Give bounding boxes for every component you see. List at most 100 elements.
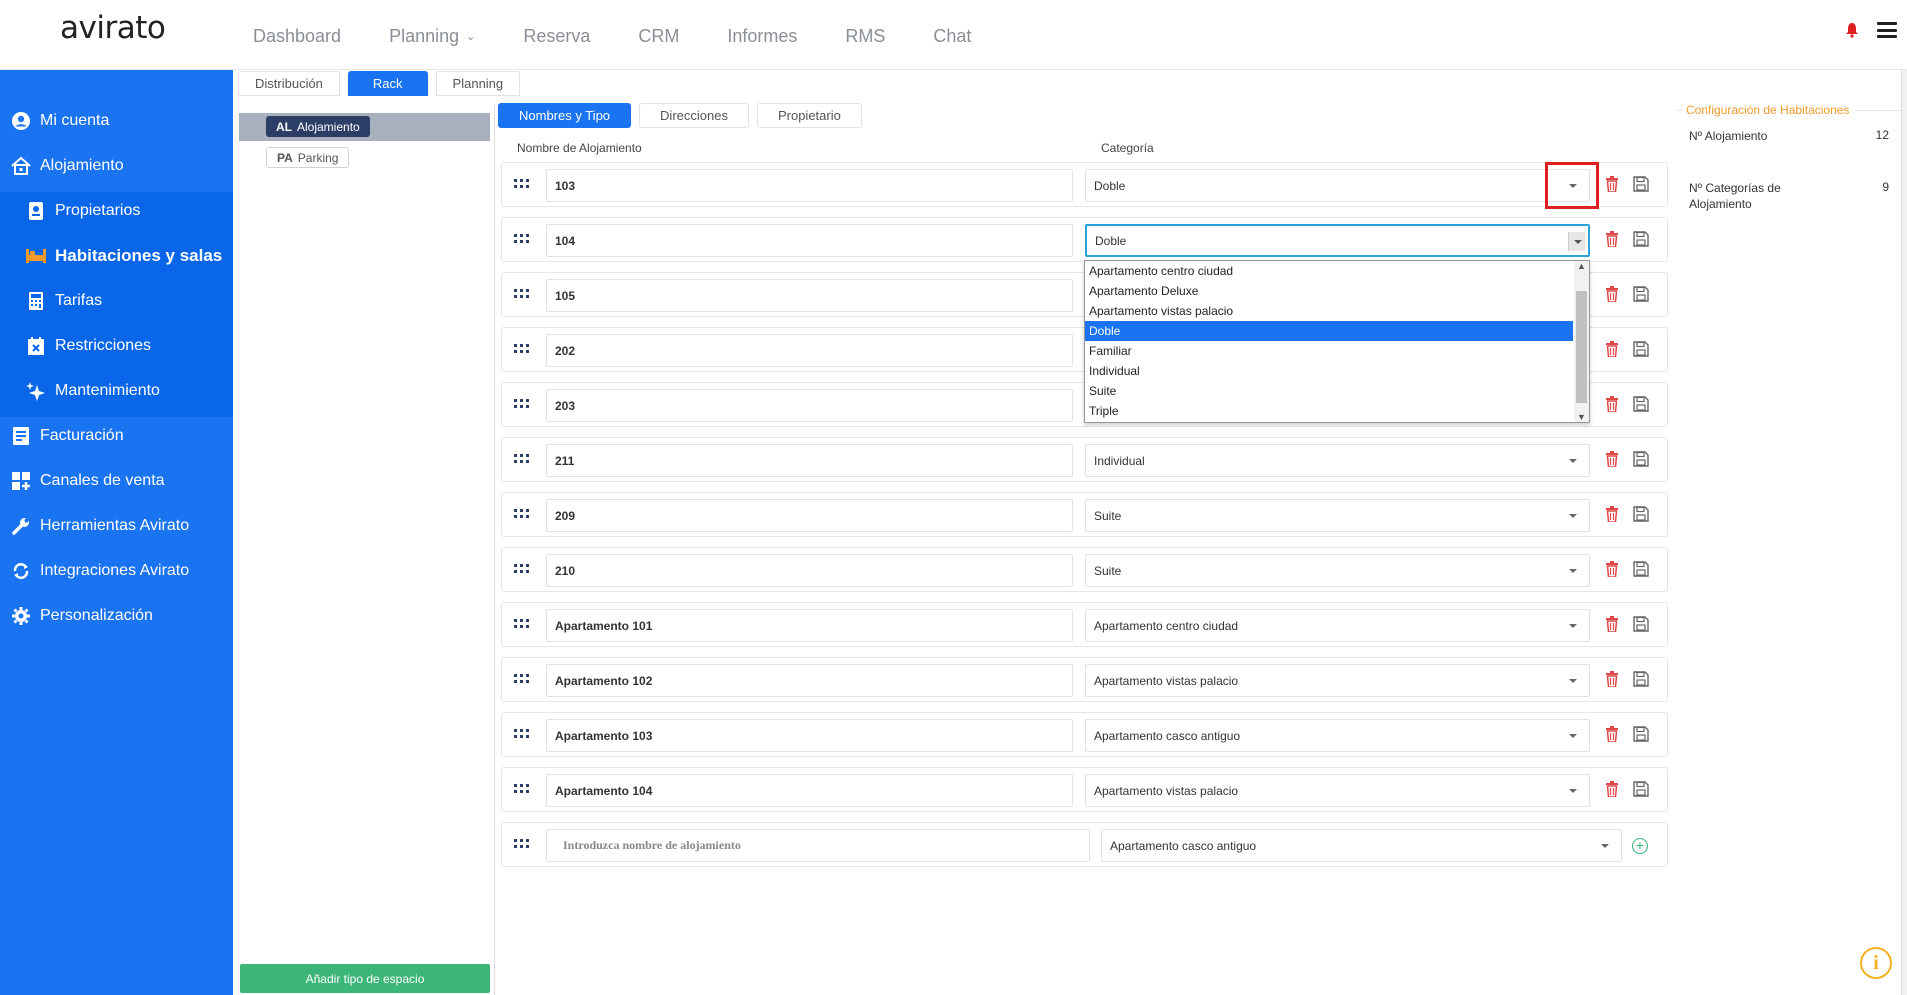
drag-handle-icon[interactable] <box>514 564 529 574</box>
room-name-input[interactable]: 105 <box>546 279 1073 312</box>
sidebar-item-herramientas[interactable]: Herramientas Avirato <box>0 503 233 548</box>
trash-icon[interactable] <box>1606 451 1618 467</box>
sidebar-item-integraciones[interactable]: Integraciones Avirato <box>0 548 233 593</box>
nav-reserva[interactable]: Reserva <box>523 26 590 47</box>
save-icon[interactable] <box>1633 561 1649 577</box>
drag-handle-icon[interactable] <box>514 839 529 849</box>
page-scrollbar[interactable] <box>1901 70 1907 995</box>
drag-handle-icon[interactable] <box>514 729 529 739</box>
nav-informes[interactable]: Informes <box>727 26 797 47</box>
room-category-select[interactable]: Suite <box>1085 499 1590 532</box>
save-icon[interactable] <box>1633 726 1649 742</box>
sidebar-item-facturacion[interactable]: Facturación <box>0 413 233 458</box>
save-icon[interactable] <box>1633 396 1649 412</box>
save-icon[interactable] <box>1633 286 1649 302</box>
nav-crm[interactable]: CRM <box>638 26 679 47</box>
sidebar-item-habitaciones[interactable]: Habitaciones y salas <box>0 233 233 278</box>
sidebar-item-restricciones[interactable]: Restricciones <box>0 323 233 368</box>
caret-down-icon[interactable] <box>1569 459 1577 463</box>
dropdown-option[interactable]: Familiar <box>1085 341 1573 361</box>
tab-distribucion[interactable]: Distribución <box>238 71 340 96</box>
dropdown-option[interactable]: Individual <box>1085 361 1573 381</box>
room-name-input[interactable]: Apartamento 102 <box>546 664 1073 697</box>
add-space-type-button[interactable]: Añadir tipo de espacio <box>240 964 490 993</box>
sidebar-item-mi-cuenta[interactable]: Mi cuenta <box>0 98 233 143</box>
room-name-input[interactable]: 211 <box>546 444 1073 477</box>
drag-handle-icon[interactable] <box>514 674 529 684</box>
drag-handle-icon[interactable] <box>514 399 529 409</box>
dropdown-option[interactable]: Apartamento Deluxe <box>1085 281 1573 301</box>
room-name-input[interactable]: Apartamento 103 <box>546 719 1073 752</box>
sidebar-item-personalizacion[interactable]: Personalización <box>0 593 233 638</box>
dropdown-scrollbar[interactable]: ▲ ▼ <box>1574 261 1589 422</box>
room-name-input[interactable]: Apartamento 104 <box>546 774 1073 807</box>
drag-handle-icon[interactable] <box>514 784 529 794</box>
nav-rms[interactable]: RMS <box>845 26 885 47</box>
bell-icon[interactable] <box>1845 22 1859 38</box>
caret-down-icon[interactable] <box>1569 624 1577 628</box>
drag-handle-icon[interactable] <box>514 234 529 244</box>
tab-nombres-tipo[interactable]: Nombres y Tipo <box>498 103 632 128</box>
caret-down-icon[interactable] <box>1569 734 1577 738</box>
nav-chat[interactable]: Chat <box>933 26 971 47</box>
space-type-parking[interactable]: PA Parking <box>266 147 350 168</box>
drag-handle-icon[interactable] <box>514 344 529 354</box>
room-category-select[interactable]: Individual <box>1085 444 1590 477</box>
room-category-select[interactable]: Doble <box>1085 169 1590 202</box>
save-icon[interactable] <box>1633 231 1649 247</box>
sidebar-item-tarifas[interactable]: Tarifas <box>0 278 233 323</box>
dropdown-option[interactable]: Doble <box>1085 321 1573 341</box>
trash-icon[interactable] <box>1606 781 1618 797</box>
hamburger-menu-icon[interactable] <box>1877 22 1897 38</box>
save-icon[interactable] <box>1633 616 1649 632</box>
dropdown-option[interactable]: Suite <box>1085 381 1573 401</box>
scrollbar-thumb[interactable] <box>1576 291 1587 403</box>
new-room-name-input[interactable]: Introduzca nombre de alojamiento <box>546 829 1090 862</box>
save-icon[interactable] <box>1633 176 1649 192</box>
new-room-category-select[interactable]: Apartamento casco antiguo <box>1101 829 1622 862</box>
caret-down-icon[interactable] <box>1569 679 1577 683</box>
trash-icon[interactable] <box>1606 231 1618 247</box>
dropdown-option[interactable]: Apartamento centro ciudad <box>1085 261 1573 281</box>
room-name-input[interactable]: 210 <box>546 554 1073 587</box>
drag-handle-icon[interactable] <box>514 454 529 464</box>
drag-handle-icon[interactable] <box>514 179 529 189</box>
caret-down-icon[interactable] <box>1569 789 1577 793</box>
room-category-select[interactable]: Apartamento vistas palacio <box>1085 664 1590 697</box>
tab-planning[interactable]: Planning <box>435 71 521 96</box>
sidebar-item-propietarios[interactable]: Propietarios <box>0 188 233 233</box>
room-name-input[interactable]: 202 <box>546 334 1073 367</box>
app-logo[interactable]: avirato <box>60 10 166 46</box>
tab-direcciones[interactable]: Direcciones <box>639 103 749 128</box>
scroll-down-icon[interactable]: ▼ <box>1577 412 1586 422</box>
trash-icon[interactable] <box>1606 286 1618 302</box>
nav-dashboard[interactable]: Dashboard <box>253 26 341 47</box>
trash-icon[interactable] <box>1606 176 1618 192</box>
trash-icon[interactable] <box>1606 506 1618 522</box>
room-name-input[interactable]: 203 <box>546 389 1073 422</box>
trash-icon[interactable] <box>1606 671 1618 687</box>
room-category-select[interactable]: Apartamento vistas palacio <box>1085 774 1590 807</box>
trash-icon[interactable] <box>1606 561 1618 577</box>
scroll-up-icon[interactable]: ▲ <box>1577 261 1586 271</box>
drag-handle-icon[interactable] <box>514 289 529 299</box>
dropdown-option[interactable]: Triple <box>1085 401 1573 421</box>
room-name-input[interactable]: Apartamento 101 <box>546 609 1073 642</box>
trash-icon[interactable] <box>1606 341 1618 357</box>
trash-icon[interactable] <box>1606 726 1618 742</box>
sidebar-item-mantenimiento[interactable]: Mantenimiento <box>0 368 233 413</box>
drag-handle-icon[interactable] <box>514 509 529 519</box>
room-name-input[interactable]: 209 <box>546 499 1073 532</box>
room-category-select[interactable]: Apartamento centro ciudad <box>1085 609 1590 642</box>
save-icon[interactable] <box>1633 451 1649 467</box>
sidebar-item-canales[interactable]: Canales de venta <box>0 458 233 503</box>
caret-down-icon[interactable] <box>1569 514 1577 518</box>
category-dropdown-list[interactable]: Apartamento centro ciudad Apartamento Del… <box>1084 260 1590 423</box>
sidebar-item-alojamiento[interactable]: Alojamiento <box>0 143 233 188</box>
room-category-select[interactable]: Doble <box>1085 224 1590 257</box>
nav-planning[interactable]: Planning ⌄ <box>389 26 475 47</box>
room-name-input[interactable]: 103 <box>546 169 1073 202</box>
drag-handle-icon[interactable] <box>514 619 529 629</box>
tab-propietario[interactable]: Propietario <box>756 103 862 128</box>
save-icon[interactable] <box>1633 671 1649 687</box>
